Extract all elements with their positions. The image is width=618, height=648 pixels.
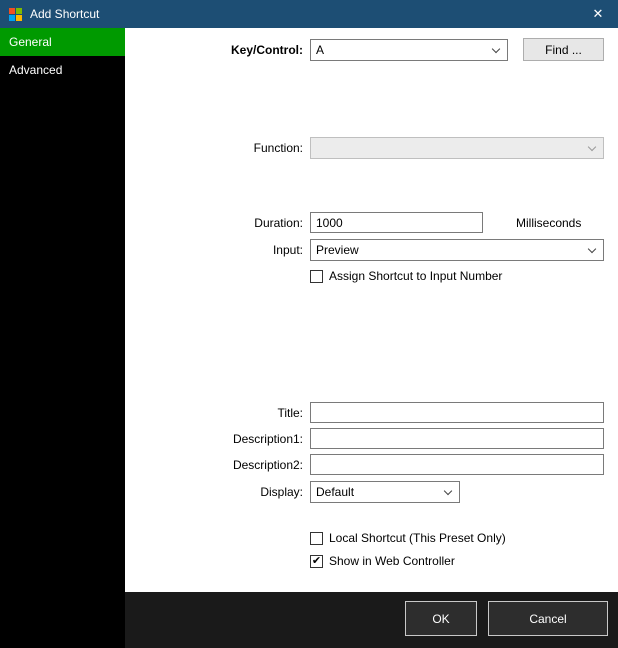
input-dropdown[interactable]: Preview (310, 239, 604, 261)
assign-shortcut-row: Assign Shortcut to Input Number (310, 269, 502, 283)
input-value: Preview (316, 243, 359, 257)
function-row: Function: (125, 137, 618, 159)
display-label: Display: (125, 485, 303, 499)
title-input[interactable] (310, 402, 604, 423)
duration-input[interactable] (310, 212, 483, 233)
title-label: Title: (125, 406, 303, 420)
input-row: Input: Preview (125, 239, 618, 261)
web-controller-row: ✔ Show in Web Controller (310, 554, 455, 568)
footer-bar: OK Cancel (125, 592, 618, 648)
title-row: Title: (125, 402, 618, 423)
chevron-down-icon (588, 143, 596, 151)
general-panel: Key/Control: A Find ... Function: Durati… (125, 28, 618, 648)
duration-suffix: Milliseconds (516, 216, 581, 230)
key-control-label: Key/Control: (125, 43, 303, 57)
description1-row: Description1: (125, 428, 618, 449)
close-icon[interactable]: ✕ (578, 0, 618, 28)
function-dropdown[interactable] (310, 137, 604, 159)
ok-button[interactable]: OK (405, 601, 477, 636)
sidebar-item-advanced[interactable]: Advanced (0, 56, 125, 84)
assign-shortcut-label: Assign Shortcut to Input Number (329, 269, 502, 283)
titlebar: Add Shortcut ✕ (0, 0, 618, 28)
display-dropdown[interactable]: Default (310, 481, 460, 503)
find-button[interactable]: Find ... (523, 38, 604, 61)
key-control-dropdown[interactable]: A (310, 39, 508, 61)
key-control-row: Key/Control: A Find ... (125, 38, 618, 61)
description1-label: Description1: (125, 432, 303, 446)
window-title: Add Shortcut (30, 7, 99, 21)
chevron-down-icon (444, 487, 452, 495)
sidebar-item-label: Advanced (9, 63, 62, 77)
description1-input[interactable] (310, 428, 604, 449)
description2-row: Description2: (125, 454, 618, 475)
description2-label: Description2: (125, 458, 303, 472)
duration-label: Duration: (125, 216, 303, 230)
input-label: Input: (125, 243, 303, 257)
display-row: Display: Default (125, 481, 618, 503)
display-value: Default (316, 485, 354, 499)
function-label: Function: (125, 141, 303, 155)
chevron-down-icon (588, 245, 596, 253)
local-shortcut-label: Local Shortcut (This Preset Only) (329, 531, 506, 545)
web-controller-label: Show in Web Controller (329, 554, 455, 568)
chevron-down-icon (492, 44, 500, 52)
app-icon (9, 8, 22, 21)
cancel-button[interactable]: Cancel (488, 601, 608, 636)
sidebar-item-general[interactable]: General (0, 28, 125, 56)
key-control-value: A (316, 43, 324, 57)
local-shortcut-checkbox[interactable] (310, 532, 323, 545)
duration-row: Duration: Milliseconds (125, 212, 618, 233)
local-shortcut-row: Local Shortcut (This Preset Only) (310, 531, 506, 545)
assign-shortcut-checkbox[interactable] (310, 270, 323, 283)
description2-input[interactable] (310, 454, 604, 475)
sidebar-item-label: General (9, 35, 52, 49)
web-controller-checkbox[interactable]: ✔ (310, 555, 323, 568)
sidebar: General Advanced (0, 28, 125, 648)
add-shortcut-dialog: Add Shortcut ✕ General Advanced Key/Cont… (0, 0, 618, 648)
